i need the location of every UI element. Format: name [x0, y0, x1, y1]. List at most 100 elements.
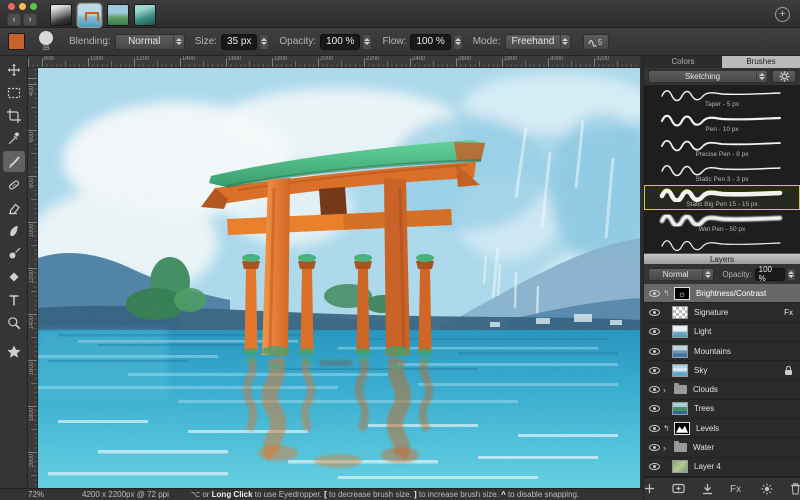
layer-visibility-eye-icon[interactable] — [649, 463, 660, 470]
layer-thumbnail[interactable] — [672, 402, 688, 415]
stabiliser-button[interactable]: 5 — [583, 34, 609, 50]
layers-panel-title: Layers — [644, 253, 800, 264]
document-tab-torii-photo[interactable] — [77, 3, 102, 28]
layer-row-brightness-contrast[interactable]: ↰☼Brightness/Contrast — [644, 284, 800, 303]
layer-visibility-eye-icon[interactable] — [649, 328, 660, 335]
flow-stepper[interactable] — [453, 34, 463, 50]
flow-field[interactable]: 100 % — [410, 34, 450, 50]
color-picker[interactable] — [3, 128, 25, 149]
new-document-button[interactable]: + — [775, 7, 790, 22]
blending-dropdown[interactable]: Normal — [115, 34, 185, 50]
expand-chevron-icon[interactable]: › — [663, 443, 670, 453]
layer-opacity-field[interactable]: 100 % — [755, 268, 785, 281]
layer-name: Trees — [694, 404, 714, 413]
layer-row-trees[interactable]: Trees — [644, 400, 800, 419]
tab-colors[interactable]: Colors — [644, 56, 722, 68]
tab-brushes[interactable]: Brushes — [722, 56, 800, 68]
add-group-icon[interactable] — [672, 483, 685, 494]
layer-visibility-eye-icon[interactable] — [649, 309, 660, 316]
back-button[interactable]: ‹ — [7, 13, 21, 26]
forward-button[interactable]: › — [23, 13, 37, 26]
ruler-label: 1000 — [90, 56, 103, 62]
active-color-swatch[interactable] — [8, 33, 25, 50]
gear-icon — [779, 71, 790, 82]
brush-row-static[interactable]: Static Pen 3 - 3 px — [644, 160, 800, 185]
crop[interactable] — [3, 105, 25, 126]
layer-thumbnail[interactable] — [672, 345, 688, 358]
layer-visibility-eye-icon[interactable] — [649, 386, 660, 393]
zoom-level[interactable]: 72% — [28, 490, 44, 499]
brush-row-pen[interactable]: Pen - 10 px — [644, 110, 800, 135]
ruler-vertical: 400600800100012001400160018002000 — [28, 68, 38, 488]
favorites-star[interactable] — [3, 341, 25, 362]
pixel-brush-icon — [6, 246, 22, 262]
move-tool[interactable] — [3, 59, 25, 80]
brush-row[interactable] — [644, 235, 800, 253]
color-picker-icon — [6, 131, 22, 147]
brush-row-precise[interactable]: Precise Pen - 8 px — [644, 135, 800, 160]
mode-dropdown[interactable]: Freehand — [505, 34, 571, 50]
document-tab-landscape-photo[interactable] — [107, 4, 129, 26]
ruler-label: 3000 — [550, 56, 563, 62]
right-panel: Colors Brushes Sketching Taper - 5 pxPen… — [643, 56, 800, 500]
layer-effects-badge[interactable]: Fx — [784, 308, 793, 317]
layer-blend-dropdown[interactable]: Normal — [648, 268, 714, 281]
brush-settings-button[interactable] — [772, 70, 796, 83]
opacity-field[interactable]: 100 % — [320, 34, 360, 50]
layer-row-water[interactable]: ›Water — [644, 438, 800, 457]
layer-opacity-stepper[interactable] — [787, 268, 796, 281]
layer-visibility-eye-icon[interactable] — [649, 425, 660, 432]
size-field[interactable]: 35 px — [221, 34, 257, 50]
brush-label: Taper - 5 px — [645, 102, 799, 109]
zoom-window-button[interactable] — [30, 3, 37, 10]
layer-row-mountains[interactable]: Mountains — [644, 342, 800, 361]
layer-row-signature[interactable]: SignatureFx — [644, 303, 800, 322]
opacity-stepper[interactable] — [362, 34, 372, 50]
layer-visibility-eye-icon[interactable] — [649, 444, 660, 451]
layer-thumbnail[interactable] — [672, 306, 688, 319]
flood-fill[interactable] — [3, 266, 25, 287]
layer-row-levels[interactable]: ↰Levels — [644, 419, 800, 438]
clipping-indicator-icon: ↰ — [663, 424, 670, 433]
minimize-window-button[interactable] — [19, 3, 26, 10]
add-mask-icon[interactable] — [702, 483, 713, 495]
paint-brush[interactable] — [3, 151, 25, 172]
text-tool[interactable] — [3, 289, 25, 310]
document-tab-waterfall-photo[interactable] — [134, 4, 156, 26]
add-layer-icon[interactable] — [644, 483, 655, 494]
layer-thumbnail[interactable] — [672, 325, 688, 338]
zoom-tool[interactable] — [3, 312, 25, 333]
layer-thumbnail[interactable] — [672, 364, 688, 377]
brush-row-wet[interactable]: Wet Pen - 50 px — [644, 210, 800, 235]
expand-chevron-icon[interactable]: › — [663, 385, 670, 395]
eraser[interactable] — [3, 197, 25, 218]
brush-row-taper[interactable]: Taper - 5 px — [644, 85, 800, 110]
layer-visibility-eye-icon[interactable] — [649, 367, 660, 374]
layer-row-sky[interactable]: Sky — [644, 361, 800, 380]
smudge-brush[interactable] — [3, 220, 25, 241]
healing-brush[interactable] — [3, 174, 25, 195]
adjustment-sun-thumbnail[interactable]: ☼ — [674, 287, 690, 300]
delete-layer-icon[interactable] — [790, 482, 800, 495]
pixel-brush[interactable] — [3, 243, 25, 264]
stabiliser-icon: 5 — [587, 36, 605, 47]
layer-visibility-eye-icon[interactable] — [649, 405, 660, 412]
close-window-button[interactable] — [8, 3, 15, 10]
layer-row-layer-4[interactable]: Layer 4 — [644, 458, 800, 477]
layer-effects-icon[interactable]: Fx — [730, 483, 744, 494]
canvas-viewport[interactable] — [38, 68, 640, 488]
adjustment-histogram-thumbnail[interactable] — [674, 422, 690, 435]
layer-row-light[interactable]: Light — [644, 323, 800, 342]
marquee-select[interactable] — [3, 82, 25, 103]
document-tab-monochrome-photo[interactable] — [50, 4, 72, 26]
crop-icon — [6, 108, 22, 124]
size-stepper[interactable] — [259, 34, 269, 50]
layer-thumbnail[interactable] — [672, 460, 688, 473]
adjustment-icon[interactable] — [761, 483, 773, 495]
brush-row-static[interactable]: Static Big Pen 15 - 15 px — [644, 185, 800, 210]
layer-visibility-eye-icon[interactable] — [649, 348, 660, 355]
layer-visibility-eye-icon[interactable] — [649, 290, 660, 297]
layers-bottom-bar: Fx — [644, 477, 800, 499]
brush-category-dropdown[interactable]: Sketching — [648, 70, 768, 83]
layer-row-clouds[interactable]: ›Clouds — [644, 380, 800, 399]
